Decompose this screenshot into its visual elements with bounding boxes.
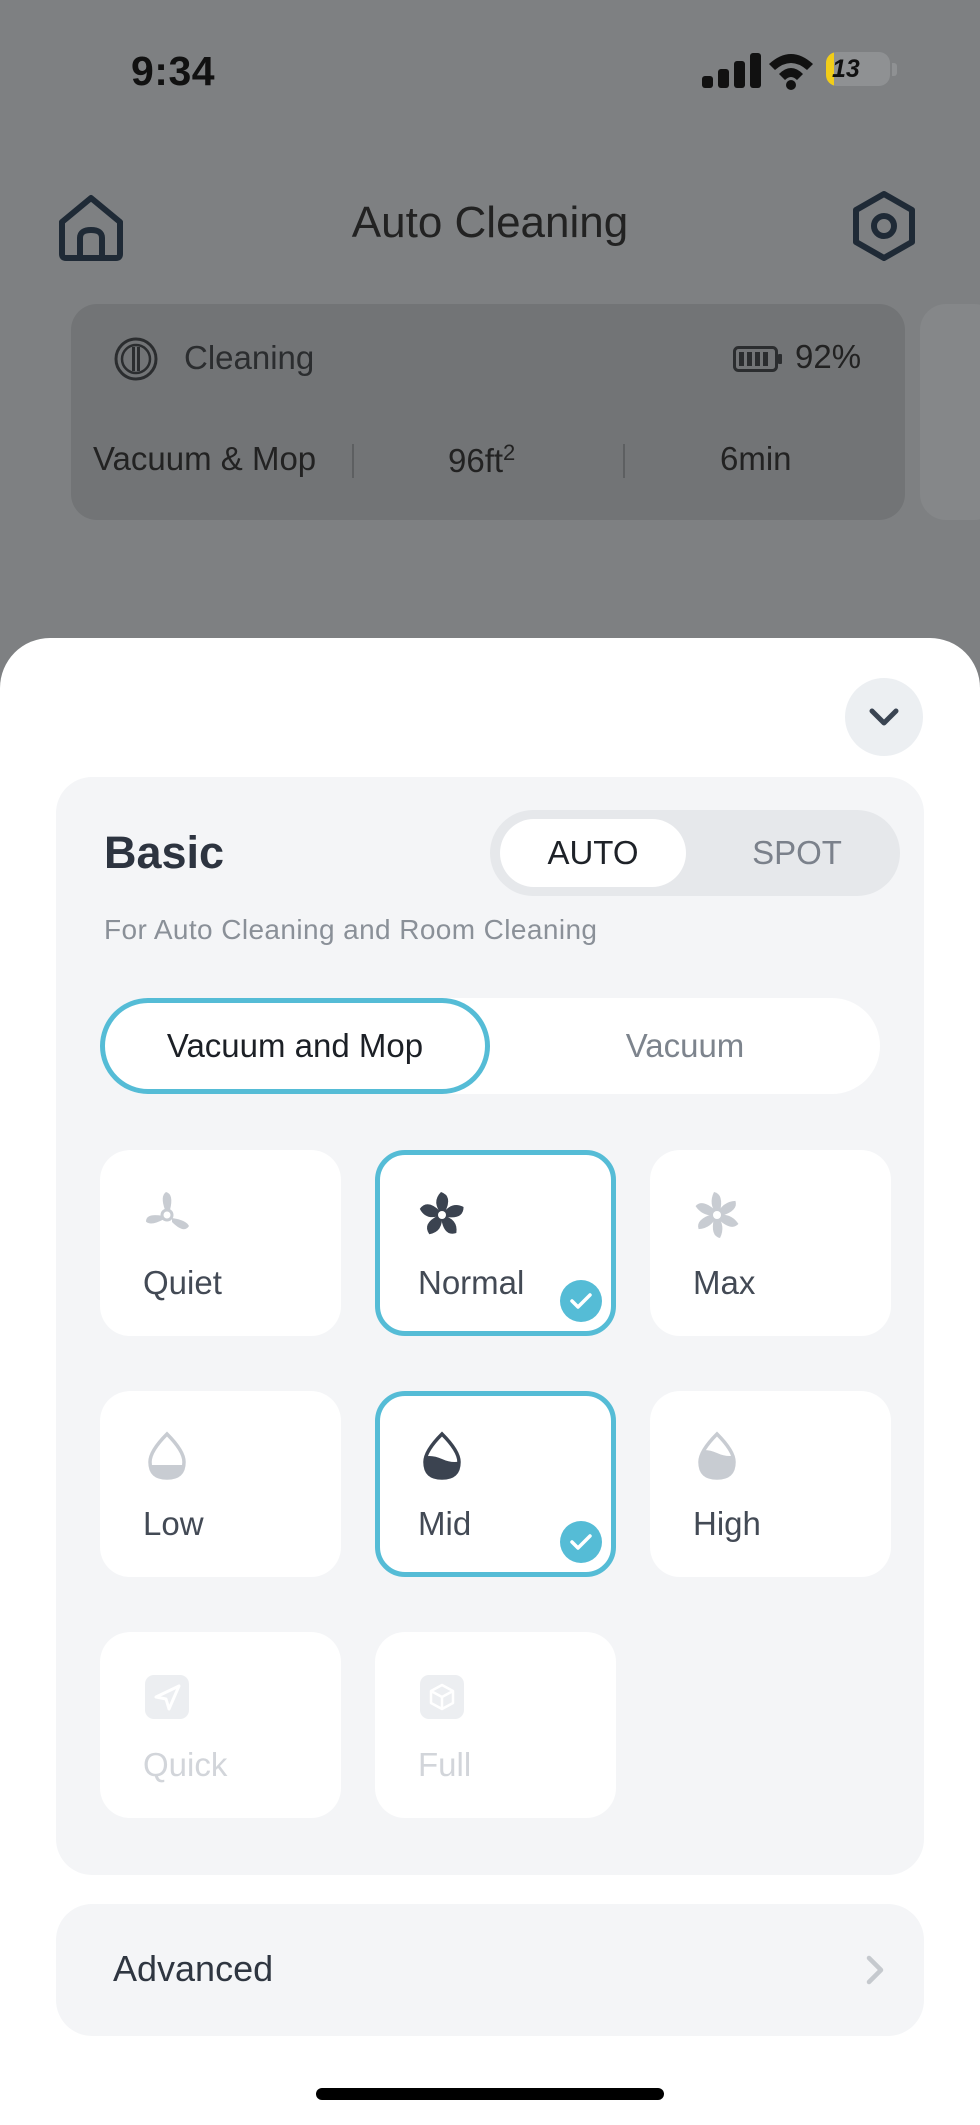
fan-icon [695,1192,739,1238]
suction-max-label: Max [693,1264,756,1301]
suction-normal-label: Normal [418,1264,525,1301]
water-mid-tile[interactable]: Mid [375,1391,616,1577]
stat-divider [623,444,625,478]
area-value: 96ft [448,442,504,479]
settings-icon[interactable] [848,190,920,262]
mode-vacuum-and-mop[interactable]: Vacuum and Mop [100,998,490,1094]
chevron-right-icon [866,1955,884,1985]
power-status-icon [114,337,158,381]
route-quick-label: Quick [143,1746,228,1783]
route-full-label: Full [418,1746,472,1783]
battery-indicator: 13 [826,52,898,88]
robot-battery-percent: 92% [795,338,862,375]
cleaning-mode-stat: Vacuum & Mop [93,440,317,477]
water-drop-icon [148,1431,186,1480]
suction-normal-tile[interactable]: Normal [375,1150,616,1336]
cleaned-area-stat: 96ft2 [448,440,515,480]
next-card-peek[interactable] [920,304,980,520]
advanced-label: Advanced [113,1948,274,1989]
stat-divider [352,444,354,478]
wifi-icon [769,54,813,90]
collapse-sheet-button[interactable] [845,678,923,756]
basic-section-title: Basic [104,827,225,878]
water-high-tile[interactable]: High [650,1391,891,1577]
water-low-label: Low [143,1505,204,1542]
home-indicator[interactable] [316,2088,664,2100]
status-time: 9:34 [131,48,216,94]
cleaning-state: Cleaning [184,339,315,376]
area-exponent: 2 [503,440,516,465]
suction-max-tile[interactable]: Max [650,1150,891,1336]
route-full-tile[interactable]: Full [375,1632,616,1818]
water-low-tile[interactable]: Low [100,1391,341,1577]
selected-check-icon [560,1521,602,1563]
suction-quiet-tile[interactable]: Quiet [100,1150,341,1336]
robot-battery-icon [733,346,782,372]
water-drop-icon [423,1431,461,1480]
selected-check-icon [560,1280,602,1322]
send-icon [145,1675,189,1719]
page-title: Auto Cleaning [351,198,629,247]
suction-quiet-label: Quiet [143,1264,222,1301]
water-mid-label: Mid [418,1505,472,1542]
segment-auto[interactable]: AUTO [500,819,686,887]
cleaning-status-card[interactable] [71,304,905,520]
route-quick-tile[interactable]: Quick [100,1632,341,1818]
water-drop-icon [698,1431,736,1480]
water-high-label: High [693,1505,761,1542]
fan-icon [145,1192,189,1230]
mode-vacuum[interactable]: Vacuum [490,998,880,1094]
chevron-down-icon [869,708,899,726]
segment-spot[interactable]: SPOT [704,819,890,887]
basic-section-subtitle: For Auto Cleaning and Room Cleaning [104,914,598,945]
cleaning-duration-stat: 6min [720,440,792,477]
box-icon [420,1675,464,1719]
battery-level-text: 13 [832,55,860,83]
fan-icon [419,1192,464,1235]
